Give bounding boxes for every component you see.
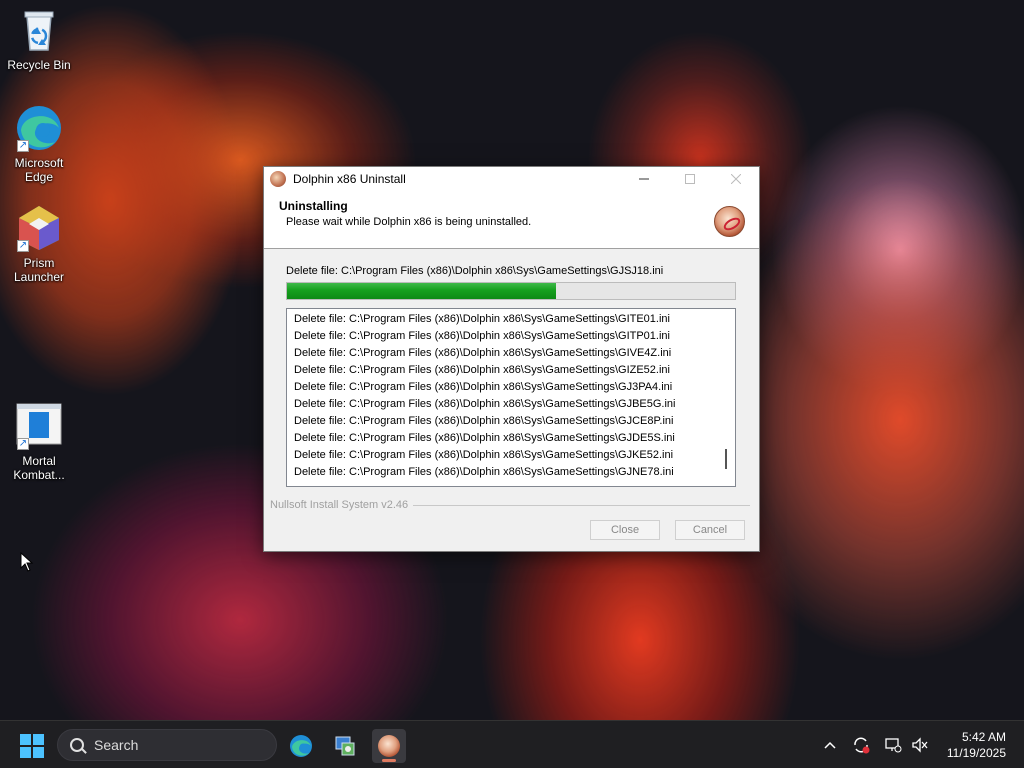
dolphin-app-icon <box>270 171 286 187</box>
dialog-footer: Nullsoft Install System v2.46 <box>270 499 750 511</box>
windows-logo-icon <box>20 734 31 745</box>
log-line: Delete file: C:\Program Files (x86)\Dolp… <box>294 364 670 376</box>
network-status-button[interactable] <box>880 721 906 768</box>
log-line: Delete file: C:\Program Files (x86)\Dolp… <box>294 313 670 325</box>
log-line: Delete file: C:\Program Files (x86)\Dolp… <box>294 381 673 393</box>
header-subtitle: Please wait while Dolphin x86 is being u… <box>286 216 532 228</box>
maximize-icon <box>685 174 695 184</box>
dialog-header: Uninstalling Please wait while Dolphin x… <box>264 191 759 249</box>
search-icon <box>70 738 84 752</box>
desktop-icon-recycle-bin[interactable]: Recycle Bin <box>1 6 77 72</box>
taskbar-dolphin-uninstall[interactable] <box>372 729 406 763</box>
log-line: Delete file: C:\Program Files (x86)\Dolp… <box>294 466 674 478</box>
volume-muted-icon <box>912 737 928 753</box>
clock-time: 5:42 AM <box>961 730 1006 744</box>
log-scrollbar[interactable] <box>718 309 735 486</box>
mouse-cursor-icon <box>20 552 34 572</box>
shortcut-arrow-icon: ↗ <box>17 240 29 252</box>
search-label: Search <box>94 737 139 753</box>
minimize-icon <box>639 178 649 180</box>
taskbar-control-panel[interactable] <box>328 729 362 763</box>
progress-fill <box>287 283 556 299</box>
log-list: Delete file: C:\Program Files (x86)\Dolp… <box>287 309 735 481</box>
mortal-kombat-icon: ↗ <box>15 402 63 450</box>
sync-status-button[interactable] <box>848 721 874 768</box>
details-log[interactable]: Delete file: C:\Program Files (x86)\Dolp… <box>286 308 736 487</box>
dialog-title: Dolphin x86 Uninstall <box>293 172 406 186</box>
volume-button[interactable] <box>908 721 932 768</box>
header-title: Uninstalling <box>279 199 348 213</box>
log-line: Delete file: C:\Program Files (x86)\Dolp… <box>294 432 675 444</box>
uninstall-dialog: Dolphin x86 Uninstall Uninstalling Pleas… <box>263 166 760 552</box>
taskbar-clock[interactable]: 5:42 AM 11/19/2025 <box>947 729 1006 761</box>
windows-logo-icon <box>33 747 44 758</box>
shortcut-arrow-icon: ↗ <box>17 438 29 450</box>
status-text: Delete file: C:\Program Files (x86)\Dolp… <box>286 265 664 277</box>
recycle-bin-icon <box>15 6 63 54</box>
taskbar-search[interactable]: Search <box>57 729 277 761</box>
maximize-button[interactable] <box>667 167 713 191</box>
desktop-icon-prism-launcher[interactable]: ↗ Prism Launcher <box>1 204 77 284</box>
minimize-button[interactable] <box>621 167 667 191</box>
desktop-icon-label: Prism Launcher <box>13 256 65 284</box>
desktop-icon-label: Recycle Bin <box>7 58 71 72</box>
prism-launcher-icon: ↗ <box>15 204 63 252</box>
dolphin-uninstall-icon <box>378 735 400 757</box>
log-line: Delete file: C:\Program Files (x86)\Dolp… <box>294 330 670 342</box>
desktop-icon-microsoft-edge[interactable]: ↗ Microsoft Edge <box>1 104 77 184</box>
sync-icon <box>854 737 870 754</box>
installer-brand: Nullsoft Install System v2.46 <box>270 499 409 511</box>
windows-logo-icon <box>33 734 44 745</box>
close-icon <box>731 174 741 184</box>
uninstaller-logo-icon <box>714 206 745 237</box>
clock-date: 11/19/2025 <box>946 746 1006 760</box>
network-icon <box>885 738 902 753</box>
edge-icon: ↗ <box>15 104 63 152</box>
active-indicator <box>382 759 396 762</box>
dialog-titlebar[interactable]: Dolphin x86 Uninstall <box>264 167 759 191</box>
close-button[interactable]: Close <box>590 520 660 540</box>
log-line: Delete file: C:\Program Files (x86)\Dolp… <box>294 415 674 427</box>
show-hidden-icons-button[interactable] <box>818 721 842 768</box>
taskbar-edge[interactable] <box>284 729 318 763</box>
desktop-icon-mortal-kombat[interactable]: ↗ Mortal Kombat... <box>1 402 77 482</box>
windows-logo-icon <box>20 747 31 758</box>
cancel-button[interactable]: Cancel <box>675 520 745 540</box>
desktop-icon-label: Mortal Kombat... <box>13 454 65 482</box>
log-line: Delete file: C:\Program Files (x86)\Dolp… <box>294 449 674 461</box>
footer-divider <box>413 504 750 506</box>
progress-bar <box>286 282 736 300</box>
shortcut-arrow-icon: ↗ <box>17 140 29 152</box>
close-window-button[interactable] <box>713 167 759 191</box>
start-button[interactable] <box>20 734 44 758</box>
control-panel-icon <box>335 736 355 756</box>
dialog-body: Delete file: C:\Program Files (x86)\Dolp… <box>264 249 759 487</box>
scrollbar-thumb[interactable] <box>725 449 727 469</box>
log-line: Delete file: C:\Program Files (x86)\Dolp… <box>294 398 676 410</box>
log-line: Delete file: C:\Program Files (x86)\Dolp… <box>294 347 672 359</box>
taskbar: Search 5:42 AM 11/19/2025 <box>0 720 1024 768</box>
edge-icon <box>290 735 312 757</box>
desktop-icon-label: Microsoft Edge <box>14 156 64 184</box>
chevron-up-icon <box>824 741 836 749</box>
